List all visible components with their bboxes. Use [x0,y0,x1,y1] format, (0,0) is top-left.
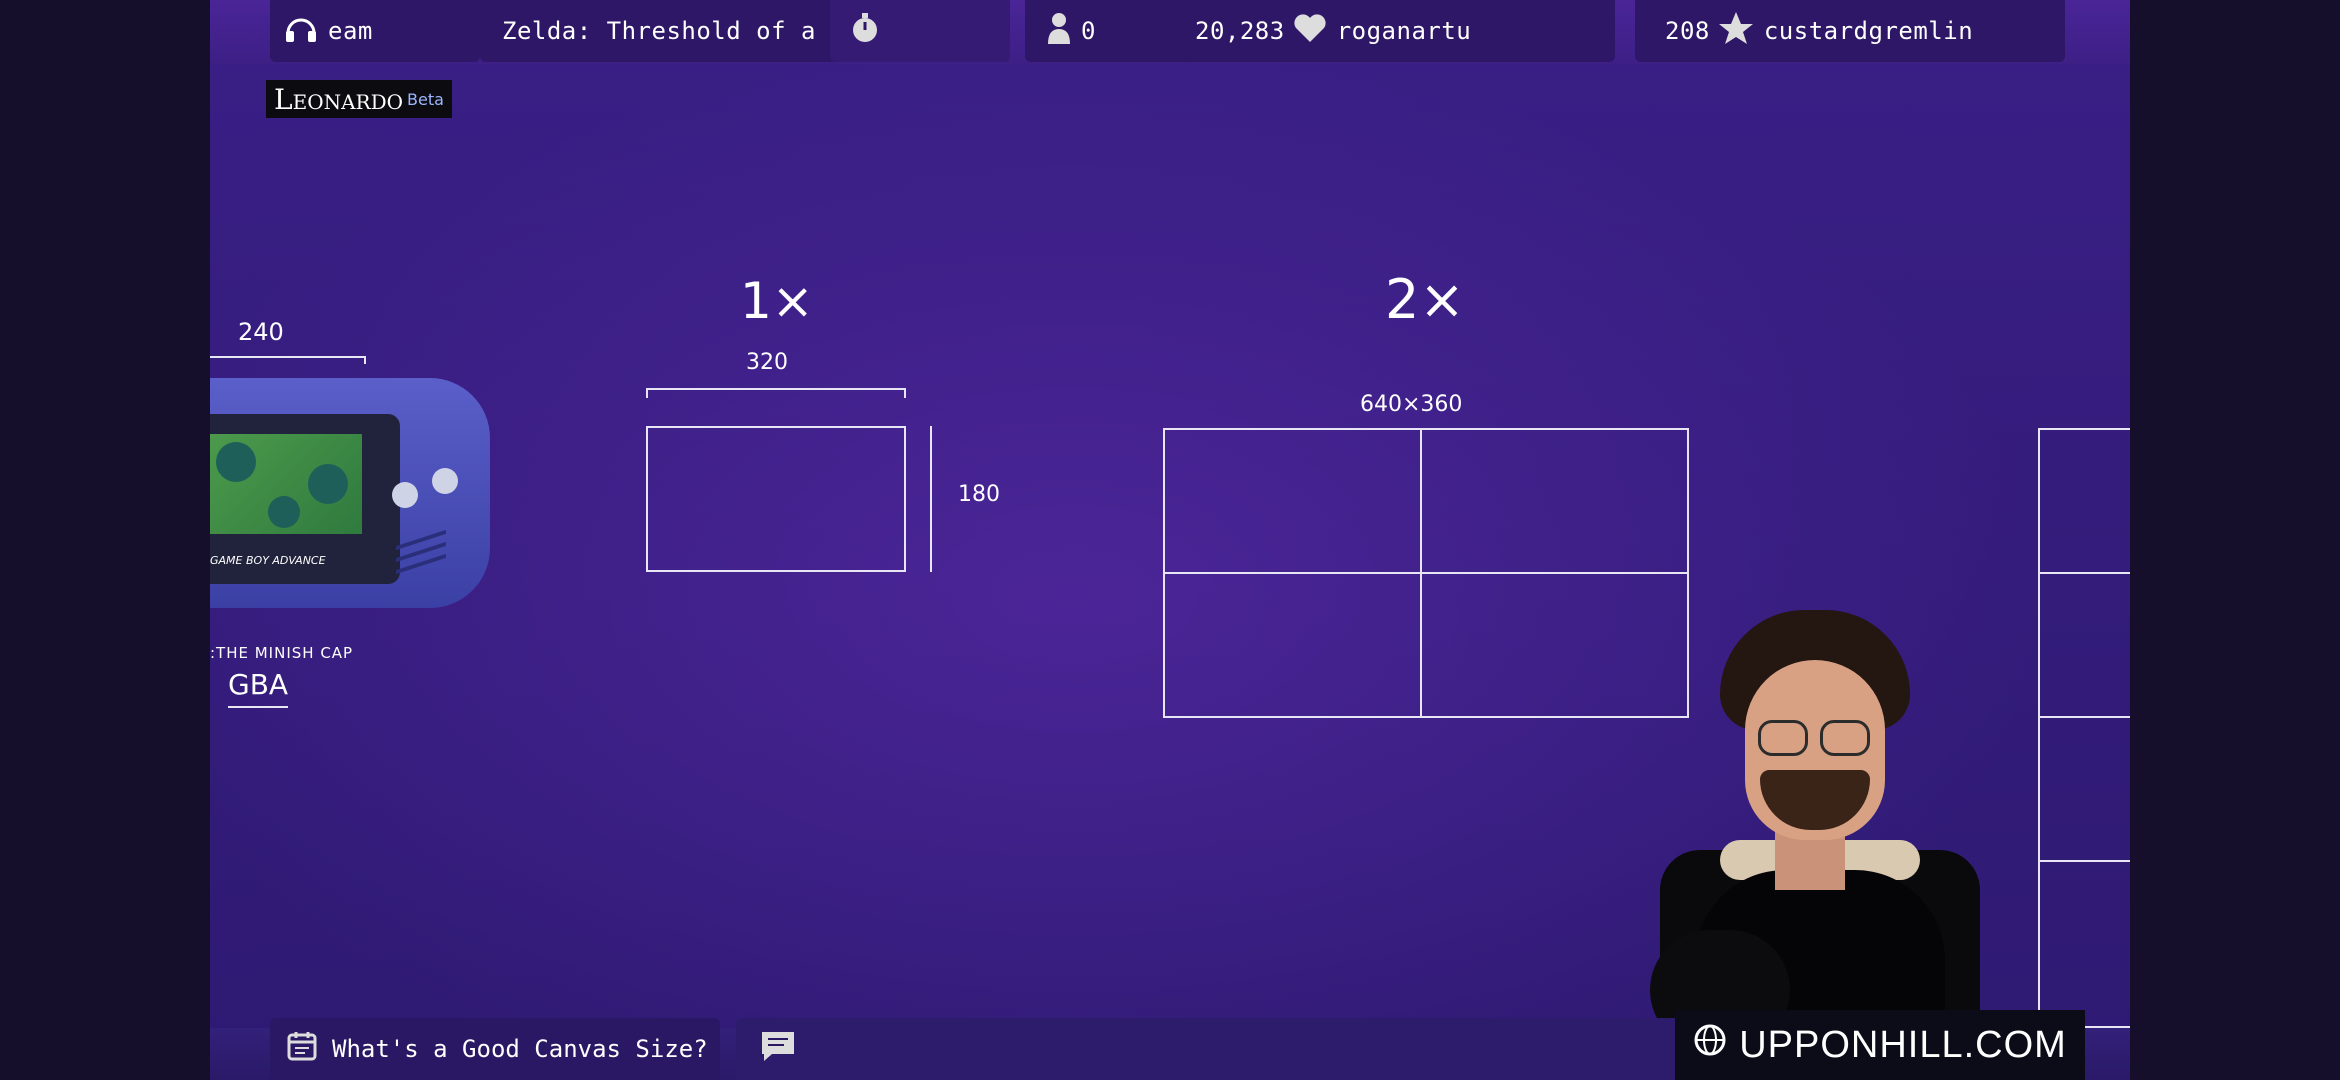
latest-follower-name: roganartu [1336,17,1472,45]
scale-1x-width-tick [904,388,906,398]
chat-icon [760,1030,796,1068]
webcam-feed [1650,600,1980,1020]
star-icon [1718,11,1754,51]
sub-count: 208 [1665,17,1710,45]
game-title: Zelda: Threshold of a Dr [502,17,861,45]
latest-sub-name: custardgremlin [1763,17,1974,45]
gba-device-image: GAME BOY ADVANCE [210,378,490,610]
tree-sprite [268,496,300,528]
stream-video: eam Zelda: Threshold of a Dr 0 20,283 ro… [210,0,2130,1080]
website-text: UPPONHILL.COM [1739,1023,2067,1066]
scale-1x-width-label: 320 [746,350,788,375]
gba-a-button [432,468,458,494]
canvas-2x-divider-horizontal [1163,572,1689,574]
latest-follower-chip: 20,283 roganartu [1185,0,1615,62]
gba-width-label: 240 [238,318,284,346]
canvas-3x-divider [2038,860,2130,862]
scale-1x-width-line [646,388,906,390]
logo-tag: Beta [407,89,444,109]
gba-width-line [210,356,366,358]
scale-1x-width-tick [646,388,648,398]
gba-b-button [392,482,418,508]
right-letterbox [2130,0,2340,1080]
topic-text: What's a Good Canvas Size? [332,1035,708,1063]
microphone [1650,930,1790,1020]
scale-1x-label: 1× [740,272,814,330]
viewer-count: 0 [1081,17,1096,45]
now-playing-text: eam [328,17,373,45]
glasses-left-lens [1758,720,1808,756]
gba-label: GBA [228,668,289,701]
gba-caption: :THE MINISH CAP [210,644,354,662]
latest-sub-chip: 208 custardgremlin [1635,0,2065,62]
tree-sprite [216,442,256,482]
headphones-icon [284,13,318,49]
leonardo-logo: Leonardo Beta [266,80,452,118]
globe-icon [1693,1023,1727,1067]
canvas-3x-divider [2038,716,2130,718]
website-banner: UPPONHILL.COM [1675,1010,2085,1080]
calendar-icon [286,1030,318,1068]
scale-2x-label: 2× [1385,268,1465,331]
heart-icon [1293,13,1327,49]
gba-width-tick [364,356,366,364]
glasses-right-lens [1820,720,1870,756]
gba-lcd [210,434,362,534]
stopwatch-icon [850,12,880,50]
gba-device-label: GAME BOY ADVANCE [210,554,326,567]
person-icon [1047,12,1071,50]
gba-label-underline [228,706,288,708]
gba-screen-bezel: GAME BOY ADVANCE [210,414,400,584]
viewer-chip: 0 [1025,0,1200,62]
tree-sprite [308,464,348,504]
follower-count: 20,283 [1195,17,1285,45]
topic-chip: What's a Good Canvas Size? [270,1018,720,1080]
canvas-3x-divider [2038,572,2130,574]
left-letterbox [0,0,210,1080]
canvas-1x-box [646,426,906,572]
scale-1x-height-line [930,426,932,572]
scale-2x-size-label: 640×360 [1360,392,1463,417]
logo-name: Leonardo [274,82,404,116]
now-playing-chip: eam [270,0,480,62]
timer-chip [830,0,1010,62]
scale-1x-height-label: 180 [958,482,1000,507]
canvas-3x-box [2038,428,2130,1028]
